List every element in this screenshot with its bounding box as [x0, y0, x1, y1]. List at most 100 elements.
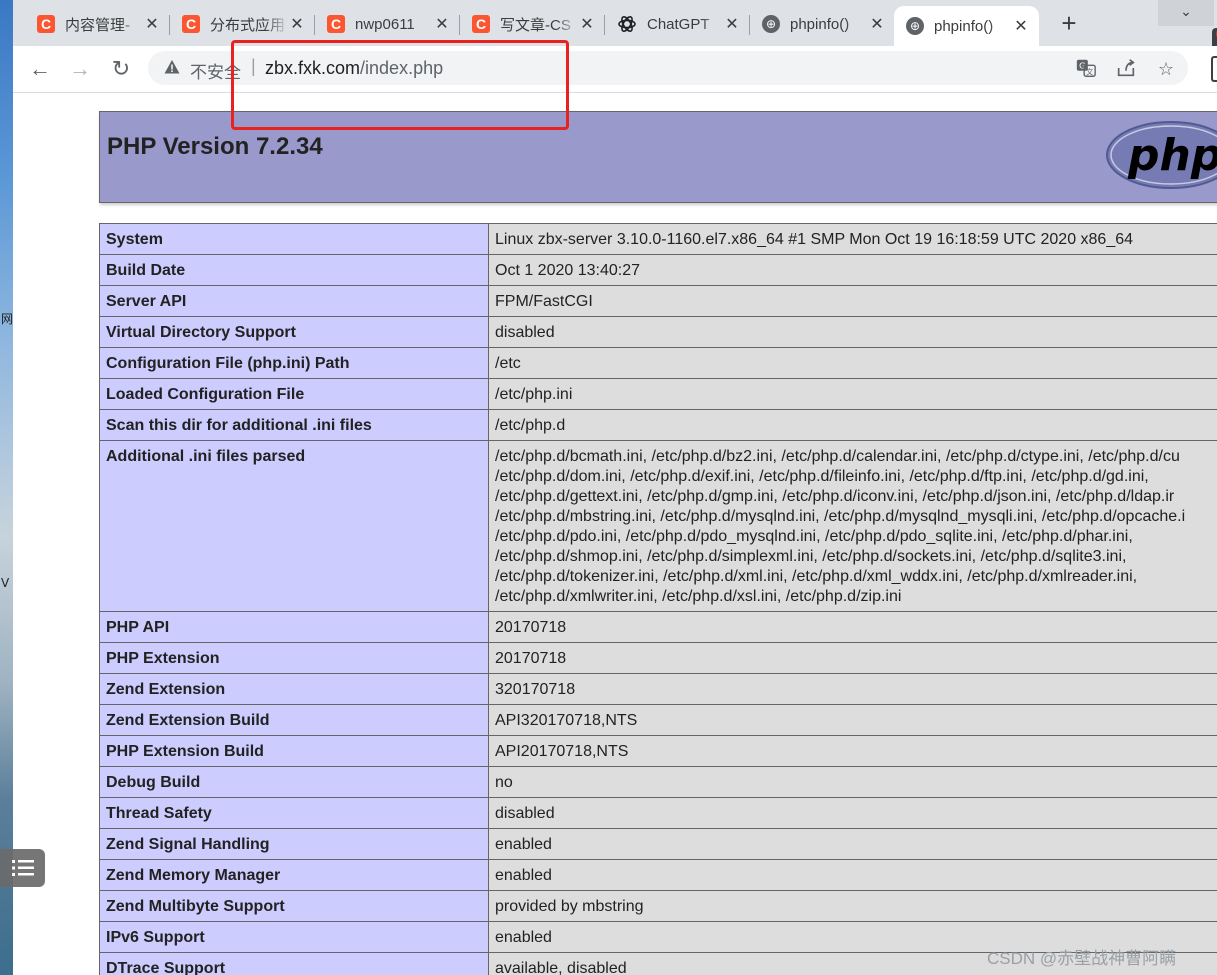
tab-5[interactable]: ChatGPT ✕: [605, 6, 750, 42]
row-value: FPM/FastCGI: [488, 285, 1217, 317]
row-value: disabled: [488, 797, 1217, 829]
tab-1[interactable]: C 内容管理- ✕: [25, 6, 170, 42]
row-key: Virtual Directory Support: [99, 316, 489, 348]
ini-file-line: /etc/php.d/mbstring.ini, /etc/php.d/mysq…: [495, 508, 1186, 525]
row-key: Zend Signal Handling: [99, 828, 489, 860]
row-key: Zend Extension: [99, 673, 489, 705]
table-row: System Linux zbx-server 3.10.0-1160.el7.x…: [99, 223, 1217, 255]
url-host: zbx.fxk.com: [265, 58, 361, 78]
php-header: PHP Version 7.2.34 php: [99, 111, 1217, 203]
row-key: PHP Extension: [99, 642, 489, 674]
table-row: PHP Extension Build API20170718,NTS: [99, 735, 1217, 767]
row-key: Build Date: [99, 254, 489, 286]
row-key: DTrace Support: [99, 952, 489, 975]
php-logo-text: php: [1127, 130, 1217, 181]
tab-title: 分布式应用: [210, 16, 286, 34]
row-key: Zend Memory Manager: [99, 859, 489, 891]
close-tab-icon[interactable]: ✕: [434, 14, 450, 34]
tab-search-button[interactable]: ⌄: [1158, 0, 1214, 26]
close-tab-icon[interactable]: ✕: [144, 14, 160, 34]
row-key: Configuration File (php.ini) Path: [99, 347, 489, 379]
row-key: Additional .ini files parsed: [99, 440, 489, 612]
desktop-text-2: V: [1, 576, 10, 590]
tab-2[interactable]: C 分布式应用 ✕: [170, 6, 315, 42]
globe-icon: ⊕: [906, 17, 924, 35]
ini-file-line: /etc/php.d/xmlwriter.ini, /etc/php.d/xsl…: [495, 588, 902, 605]
desktop-text-1: 网: [1, 312, 14, 326]
ini-file-line: /etc/php.d/bcmath.ini, /etc/php.d/bz2.in…: [495, 448, 1180, 465]
side-panel-icon[interactable]: [1211, 56, 1217, 82]
tab-6[interactable]: ⊕ phpinfo() ✕: [750, 6, 895, 42]
row-value: no: [488, 766, 1217, 798]
row-key: Zend Extension Build: [99, 704, 489, 736]
close-tab-icon[interactable]: ✕: [1013, 16, 1029, 36]
row-value: API20170718,NTS: [488, 735, 1217, 767]
row-key: Zend Multibyte Support: [99, 890, 489, 922]
reload-button[interactable]: ↻: [106, 54, 136, 84]
list-icon: [11, 860, 34, 876]
table-row: Debug Build no: [99, 766, 1217, 798]
table-row: Additional .ini files parsed/etc/php.d/b…: [99, 440, 1217, 612]
row-key: System: [99, 223, 489, 255]
list-menu-button[interactable]: [0, 849, 45, 887]
table-row: Zend Extension Build API320170718,NTS: [99, 704, 1217, 736]
table-row: Loaded Configuration File/etc/php.ini: [99, 378, 1217, 410]
close-tab-icon[interactable]: ✕: [724, 14, 740, 34]
table-row: Zend Multibyte Support provided by mbstri…: [99, 890, 1217, 922]
browser-toolbar: ← → ↻ 不安全 | zbx.fxk.com/index.php G文 ☆: [13, 46, 1217, 93]
table-row: Configuration File (php.ini) Path/etc: [99, 347, 1217, 379]
omnibox-separator: |: [251, 56, 256, 76]
row-key: PHP Extension Build: [99, 735, 489, 767]
ini-file-line: /etc/php.d/pdo.ini, /etc/php.d/pdo_mysql…: [495, 528, 1133, 545]
tab-7-active[interactable]: ⊕ phpinfo() ✕: [894, 6, 1039, 46]
close-tab-icon[interactable]: ✕: [869, 14, 885, 34]
row-value: provided by mbstring: [488, 890, 1217, 922]
url-path: /index.php: [360, 58, 444, 78]
address-bar[interactable]: 不安全 | zbx.fxk.com/index.php G文 ☆: [148, 51, 1188, 85]
php-info-table: System Linux zbx-server 3.10.0-1160.el7.x…: [99, 223, 1217, 975]
share-icon[interactable]: [1114, 57, 1138, 81]
table-row: PHP Extension 20170718: [99, 642, 1217, 674]
row-value: /etc/php.d/bcmath.ini, /etc/php.d/bz2.in…: [488, 440, 1217, 612]
url-text[interactable]: zbx.fxk.com/index.php: [265, 58, 443, 79]
row-key: Thread Safety: [99, 797, 489, 829]
new-tab-button[interactable]: +: [1051, 6, 1087, 42]
row-value: disabled: [488, 316, 1217, 348]
close-tab-icon[interactable]: ✕: [289, 14, 305, 34]
csdn-favicon-icon: C: [327, 15, 345, 33]
warning-icon[interactable]: [164, 59, 180, 75]
php-logo-icon[interactable]: php: [1106, 120, 1217, 190]
row-key: Scan this dir for additional .ini files: [99, 409, 489, 441]
table-row: Virtual Directory Support disabled: [99, 316, 1217, 348]
row-value: enabled: [488, 828, 1217, 860]
row-value: 20170718: [488, 611, 1217, 643]
row-value: Oct 1 2020 13:40:27: [488, 254, 1217, 286]
csdn-favicon-icon: C: [37, 15, 55, 33]
table-row: PHP API 20170718: [99, 611, 1217, 643]
row-key: PHP API: [99, 611, 489, 643]
page-content: PHP Version 7.2.34 php System Linux zbx-s…: [13, 93, 1217, 975]
csdn-favicon-icon: C: [472, 15, 490, 33]
watermark: CSDN @赤壁战神曹阿瞒: [987, 949, 1177, 968]
table-row: Zend Memory Manager enabled: [99, 859, 1217, 891]
row-value: 20170718: [488, 642, 1217, 674]
security-label[interactable]: 不安全: [190, 58, 241, 83]
row-value: /etc: [488, 347, 1217, 379]
row-value: 320170718: [488, 673, 1217, 705]
forward-button[interactable]: →: [65, 54, 95, 84]
ini-file-line: /etc/php.d/dom.ini, /etc/php.d/exif.ini,…: [495, 468, 1149, 485]
tab-4[interactable]: C 写文章-CS ✕: [460, 6, 605, 42]
tab-strip: C 内容管理- ✕ C 分布式应用 ✕ C nwp0611 ✕ C 写文章-CS…: [13, 0, 1217, 52]
csdn-favicon-icon: C: [182, 15, 200, 33]
ini-file-line: /etc/php.d/gettext.ini, /etc/php.d/gmp.i…: [495, 488, 1175, 505]
back-button[interactable]: ←: [25, 54, 55, 84]
bookmark-star-icon[interactable]: ☆: [1154, 57, 1178, 81]
close-tab-icon[interactable]: ✕: [579, 14, 595, 34]
globe-icon: ⊕: [762, 15, 780, 33]
row-value: Linux zbx-server 3.10.0-1160.el7.x86_64 …: [488, 223, 1217, 255]
translate-icon[interactable]: G文: [1074, 57, 1098, 81]
page-title: PHP Version 7.2.34: [107, 133, 323, 160]
tab-title: phpinfo(): [934, 17, 994, 35]
tab-3[interactable]: C nwp0611 ✕: [315, 6, 460, 42]
table-row: Server API FPM/FastCGI: [99, 285, 1217, 317]
